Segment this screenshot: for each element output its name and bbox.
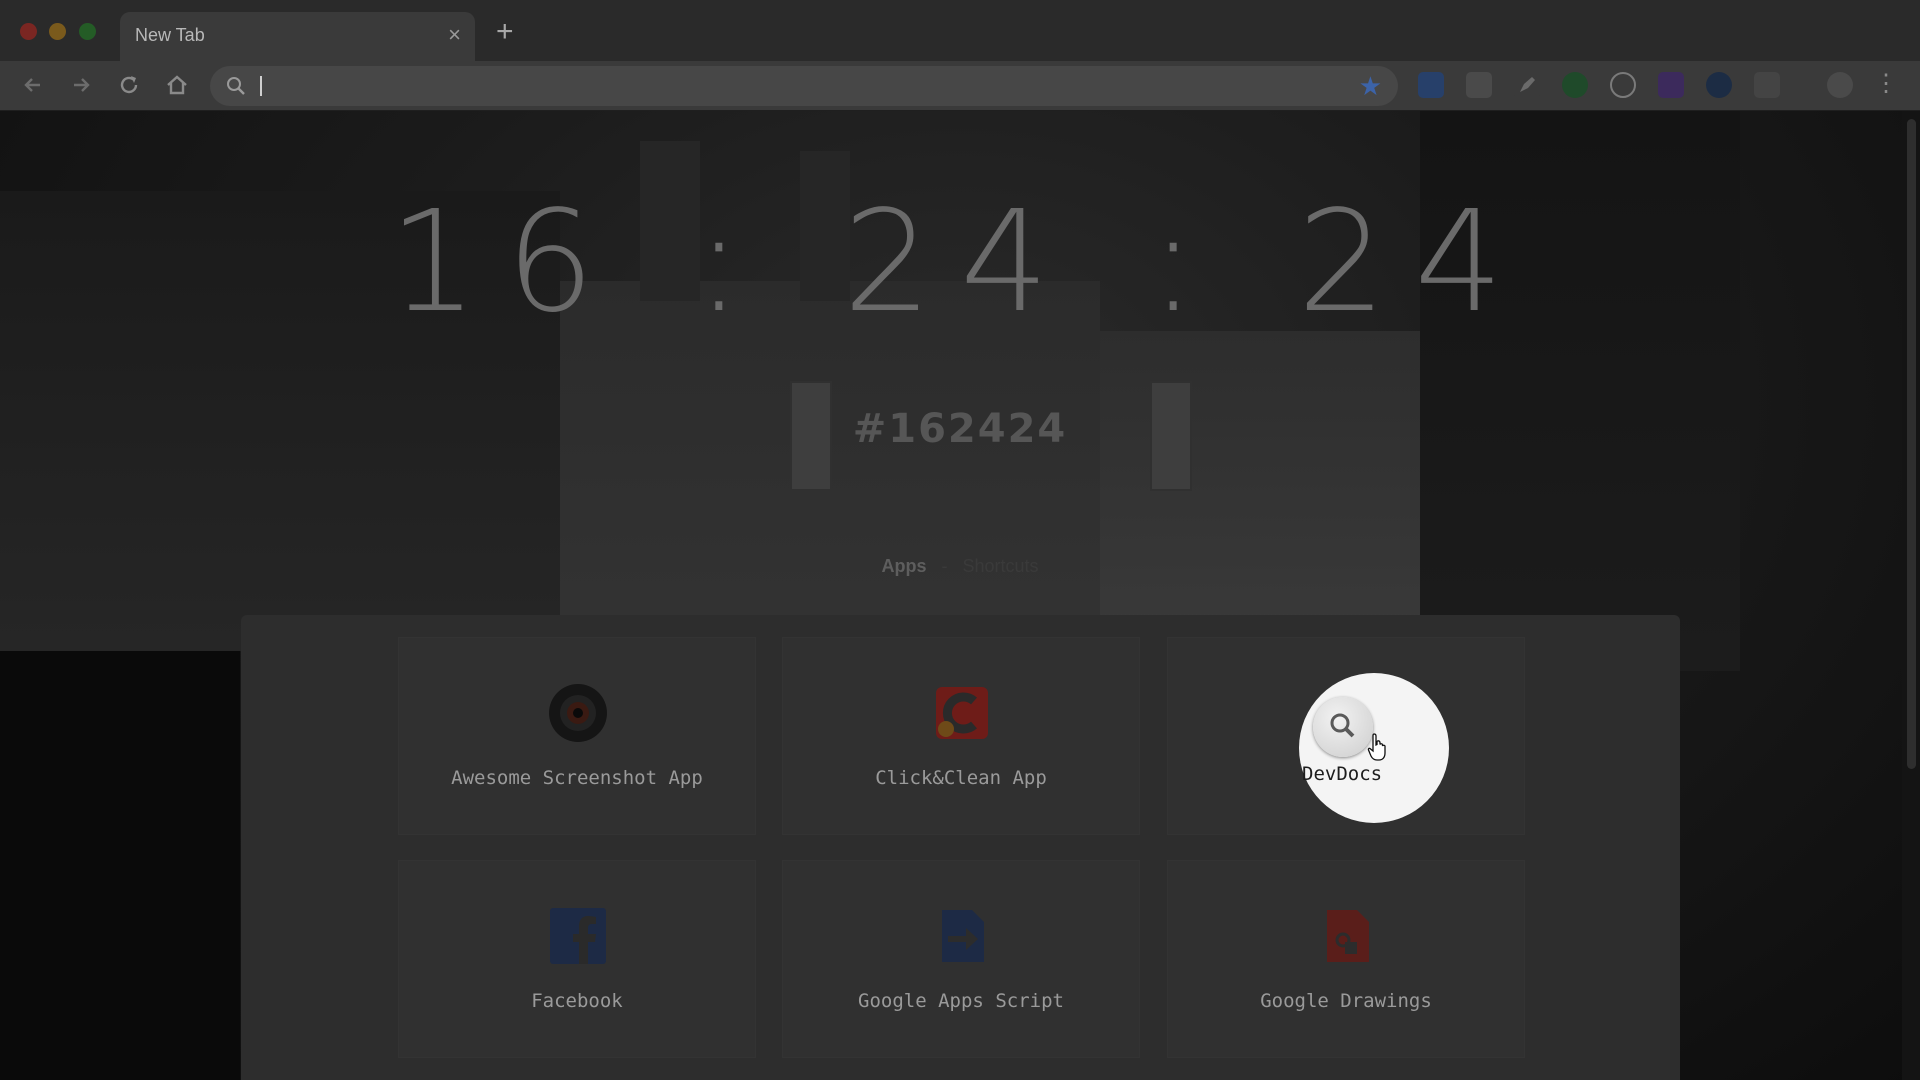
app-label: DevDocs <box>1302 763 1383 785</box>
switcher-separator: - <box>941 556 948 576</box>
profile-avatar-icon[interactable] <box>1827 72 1853 98</box>
maximize-window-button[interactable] <box>79 23 96 40</box>
extension-onenote-icon[interactable] <box>1658 72 1684 98</box>
app-label: Google Apps Script <box>858 990 1064 1012</box>
app-tile-awesome-screenshot[interactable]: Awesome Screenshot App <box>398 637 756 835</box>
extension-graduation-cap-icon[interactable] <box>1418 72 1444 98</box>
back-icon[interactable] <box>18 70 48 100</box>
tab-bar: New Tab × + <box>0 0 1920 61</box>
extension-generic-icon[interactable] <box>1754 72 1780 98</box>
app-label: Facebook <box>531 990 623 1012</box>
minimize-window-button[interactable] <box>49 23 66 40</box>
app-label: Google Drawings <box>1260 990 1432 1012</box>
forward-icon[interactable] <box>66 70 96 100</box>
extension-puzzle-icon[interactable] <box>1466 72 1492 98</box>
tab-close-icon[interactable]: × <box>448 22 461 48</box>
browser-toolbar: ★ ⋮ <box>0 61 1920 111</box>
tab-title: New Tab <box>135 25 205 45</box>
extension-info-icon[interactable] <box>1610 72 1636 98</box>
extension-rocket-icon[interactable] <box>1514 72 1540 98</box>
shortcuts-toggle[interactable]: Shortcuts <box>962 556 1038 576</box>
menu-kebab-icon[interactable]: ⋮ <box>1874 69 1898 98</box>
facebook-icon <box>550 908 606 964</box>
bookmark-star-icon[interactable]: ★ <box>1359 71 1382 102</box>
extension-evernote-icon[interactable] <box>1562 72 1588 98</box>
view-switcher: Apps - Shortcuts <box>0 556 1920 577</box>
camera-lens-icon <box>549 684 607 742</box>
click-clean-icon <box>936 687 988 739</box>
new-tab-button[interactable]: + <box>496 17 514 47</box>
clock-display: 16 : 24 : 24 <box>388 181 1532 344</box>
home-icon[interactable] <box>162 70 192 100</box>
app-tile-click-clean[interactable]: Click&Clean App <box>782 637 1140 835</box>
app-tile-facebook[interactable]: Facebook <box>398 860 756 1058</box>
new-tab-page: 16 : 24 : 24 #162424 Apps - Shortcuts Aw… <box>0 111 1920 1080</box>
hand-pointer-icon <box>1367 733 1386 761</box>
drawings-icon <box>1327 910 1369 962</box>
tab-new-tab[interactable]: New Tab × <box>120 12 475 61</box>
apps-toggle[interactable]: Apps <box>881 556 926 576</box>
search-icon <box>227 77 245 95</box>
hex-color-code: #162424 <box>852 406 1068 452</box>
address-bar[interactable]: ★ <box>210 66 1398 106</box>
extension-screenshot-icon[interactable] <box>1706 72 1732 98</box>
apps-script-icon <box>942 910 984 962</box>
app-label: Click&Clean App <box>875 767 1047 789</box>
text-caret <box>260 76 262 96</box>
close-window-button[interactable] <box>20 23 37 40</box>
app-tile-google-apps-script[interactable]: Google Apps Script <box>782 860 1140 1058</box>
app-label: Awesome Screenshot App <box>451 767 703 789</box>
search-magnifier-icon[interactable] <box>1313 697 1373 757</box>
app-tile-google-drawings[interactable]: Google Drawings <box>1167 860 1525 1058</box>
reload-icon[interactable] <box>114 70 144 100</box>
